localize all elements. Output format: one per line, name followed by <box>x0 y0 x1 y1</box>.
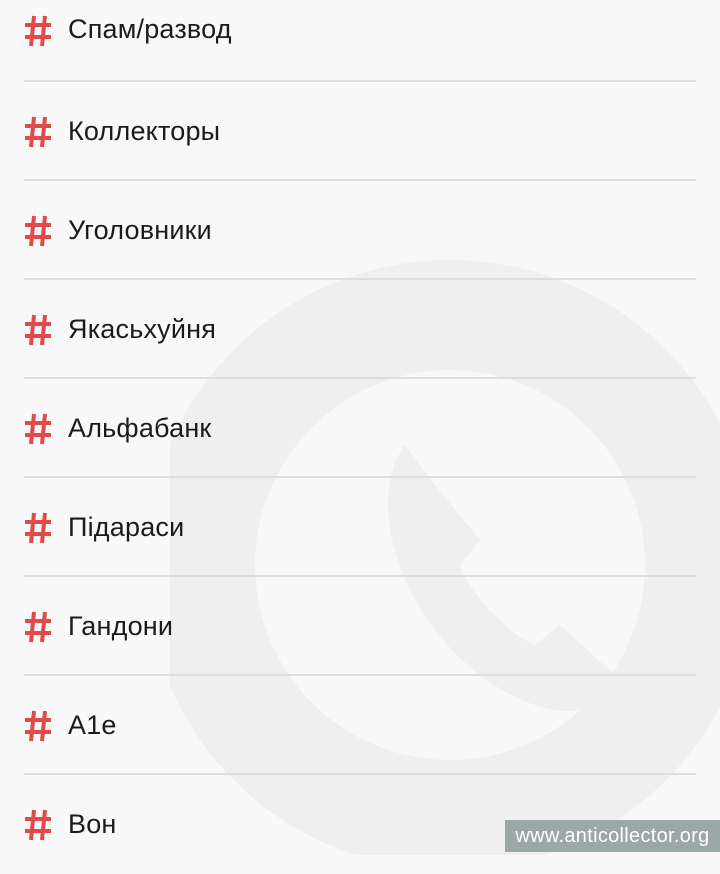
tag-label: Якасьхуйня <box>68 314 217 344</box>
tag-label: Альфабанк <box>68 413 212 443</box>
hash-icon <box>25 215 51 246</box>
tag-item[interactable]: Альфабанк <box>0 379 720 478</box>
hash-icon <box>25 116 51 147</box>
tag-label: Уголовники <box>68 215 212 245</box>
tag-item[interactable]: Уголовники <box>0 181 720 280</box>
hash-icon <box>25 611 51 642</box>
tag-item[interactable]: Коллекторы <box>0 82 720 181</box>
tag-label: Коллекторы <box>68 116 221 146</box>
tag-list: Спам/развод Коллекторы Уголовники Якасьх… <box>0 0 720 874</box>
hash-icon <box>25 512 51 543</box>
hash-icon <box>25 710 51 741</box>
hash-icon <box>25 15 51 47</box>
hash-icon <box>25 413 51 444</box>
tag-label: Підараси <box>68 512 185 542</box>
tag-label: Спам/развод <box>68 14 232 44</box>
tag-label: Гандони <box>68 611 174 641</box>
site-watermark: www.anticollector.org <box>505 820 720 852</box>
tag-item[interactable]: Підараси <box>0 478 720 577</box>
tag-label: Вон <box>68 809 117 839</box>
hash-icon <box>25 809 51 840</box>
hash-icon <box>25 314 51 345</box>
tag-label: А1е <box>68 710 117 740</box>
tag-item[interactable]: Спам/развод <box>0 0 720 82</box>
tag-item[interactable]: Якасьхуйня <box>0 280 720 379</box>
tag-item[interactable]: Гандони <box>0 577 720 676</box>
tag-item[interactable]: А1е <box>0 676 720 775</box>
